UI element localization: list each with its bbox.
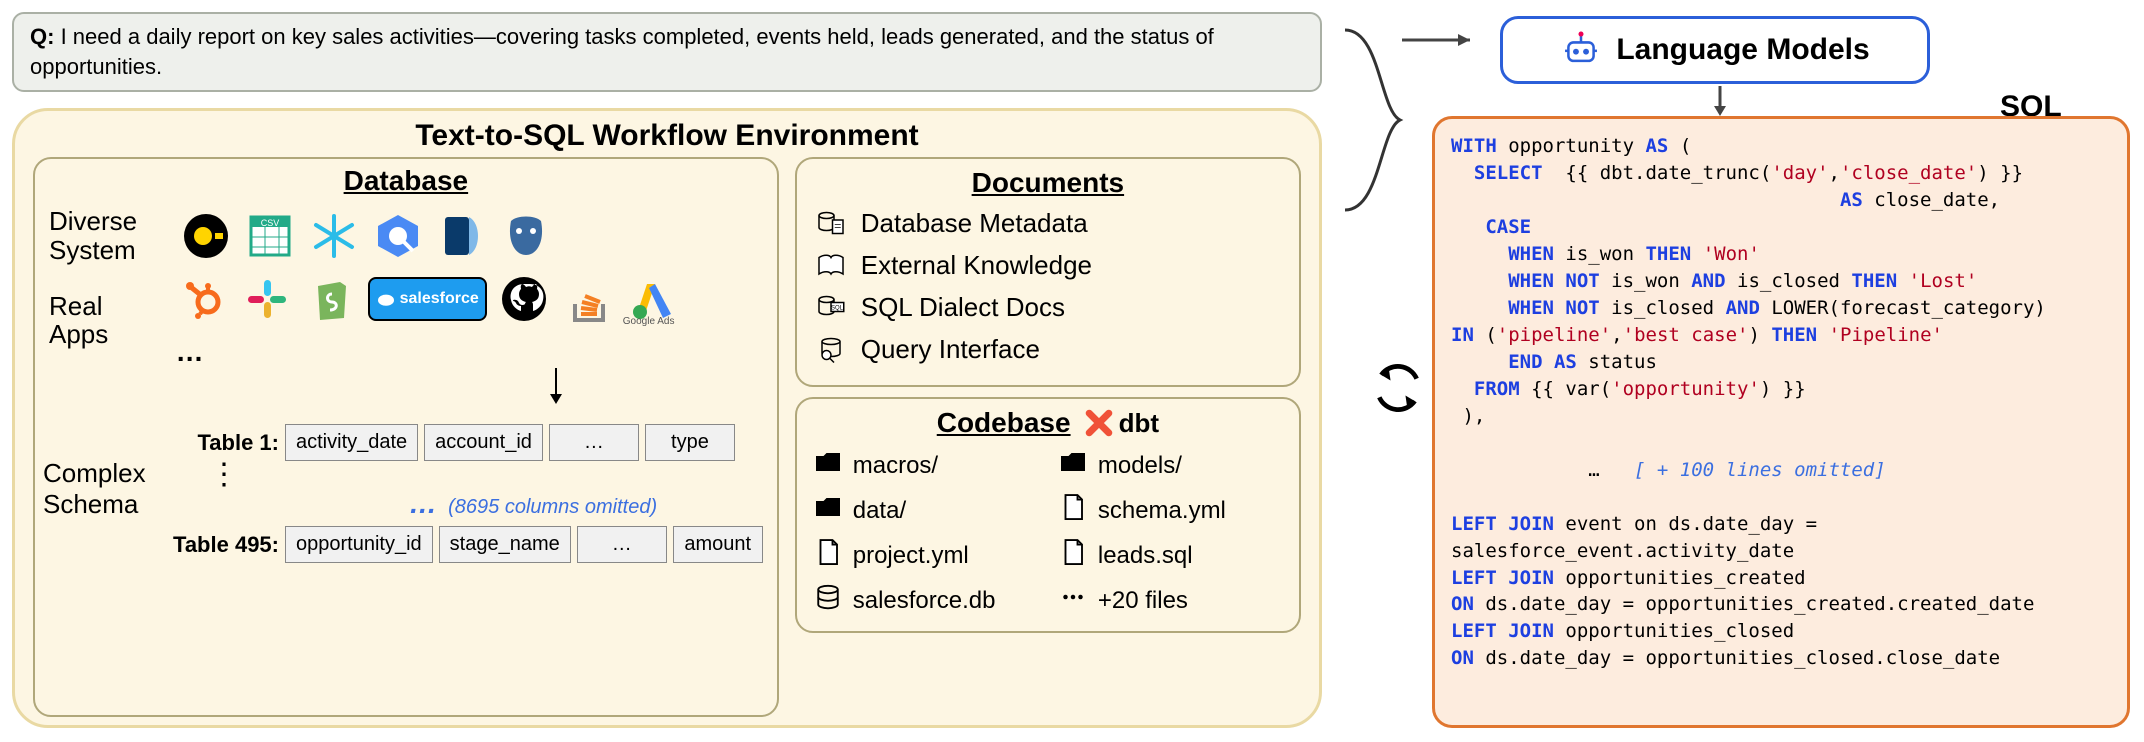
doc-text: Query Interface — [861, 334, 1040, 365]
stackoverflow-icon — [561, 272, 615, 326]
documents-panel: Documents Database Metadata External Kno… — [795, 157, 1301, 387]
salesforce-icon: salesforce — [368, 277, 487, 321]
query-text: I need a daily report on key sales activ… — [30, 24, 1214, 79]
more-icon — [1058, 582, 1088, 619]
real-apps-label: Real Apps — [49, 292, 176, 349]
svg-text:CSV: CSV — [261, 218, 280, 228]
schema-vdots: ⋮ — [209, 467, 763, 482]
apps-ellipsis: … — [176, 336, 204, 368]
doc-text: SQL Dialect Docs — [861, 292, 1065, 323]
db-icon — [813, 582, 843, 619]
doc-item: Query Interface — [813, 331, 1283, 367]
dbt-badge: dbt — [1085, 408, 1159, 439]
codebase-panel: Codebase dbt macros/models/data/schema.y… — [795, 397, 1301, 633]
slack-icon — [240, 272, 294, 326]
robot-icon — [1560, 29, 1602, 71]
folder-icon — [1058, 447, 1088, 484]
table-cell: … — [577, 526, 667, 563]
dbt-text: dbt — [1119, 408, 1159, 439]
bigquery-icon — [371, 209, 425, 263]
file-name: project.yml — [853, 542, 969, 570]
postgres-icon — [499, 209, 553, 263]
table-1-label: Table 1: — [169, 430, 279, 456]
salesforce-label: salesforce — [400, 290, 479, 308]
sql-code: WITH opportunity AS ( SELECT {{ dbt.date… — [1451, 133, 2111, 672]
search-db-icon — [813, 331, 849, 367]
codebase-file: project.yml — [813, 537, 1038, 574]
sqlite-icon — [435, 209, 489, 263]
table-1-row: Table 1: activity_date account_id … type — [169, 424, 763, 461]
doc-item: SQL SQL Dialect Docs — [813, 289, 1283, 325]
documents-title: Documents — [813, 167, 1283, 199]
lm-to-sql-arrow — [1710, 86, 1730, 116]
codebase-file: models/ — [1058, 447, 1283, 484]
codebase-file: +20 files — [1058, 582, 1283, 619]
real-apps-row: Real Apps salesforce Google Ads … — [49, 272, 763, 368]
columns-omitted-note: … (8695 columns omitted) — [409, 488, 763, 520]
env-title: Text-to-SQL Workflow Environment — [33, 119, 1301, 153]
svg-text:SQL: SQL — [831, 305, 844, 311]
file-name: macros/ — [853, 452, 938, 480]
doc-item: Database Metadata — [813, 205, 1283, 241]
table-cell: activity_date — [285, 424, 418, 461]
github-icon — [497, 272, 551, 326]
folder-icon — [813, 447, 843, 484]
book-icon — [813, 247, 849, 283]
salesforce-arrow-down — [349, 368, 763, 410]
table-cell: account_id — [424, 424, 543, 461]
database-panel: Database Diverse System CSV Real Apps — [33, 157, 779, 717]
codebase-file: salesforce.db — [813, 582, 1038, 619]
file-icon — [1058, 537, 1088, 574]
table-cell: amount — [673, 526, 763, 563]
file-name: data/ — [853, 497, 906, 525]
db-doc-icon — [813, 205, 849, 241]
sql-doc-icon: SQL — [813, 289, 849, 325]
file-icon — [1058, 492, 1088, 529]
table-cell: type — [645, 424, 735, 461]
hubspot-icon — [176, 272, 230, 326]
folder-icon — [813, 492, 843, 529]
snowflake-icon — [307, 209, 361, 263]
codebase-file: data/ — [813, 492, 1038, 529]
sql-output-box: WITH opportunity AS ( SELECT {{ dbt.date… — [1432, 116, 2130, 728]
google-ads-sublabel: Google Ads — [623, 316, 675, 327]
table-495-label: Table 495: — [169, 532, 279, 558]
codebase-title: Codebase — [937, 407, 1071, 439]
table-cell: stage_name — [439, 526, 571, 563]
user-query-box: Q: I need a daily report on key sales ac… — [12, 12, 1322, 92]
file-icon — [813, 537, 843, 574]
dbt-icon — [1085, 409, 1113, 437]
complex-schema-label: Complex Schema — [43, 458, 146, 520]
file-name: +20 files — [1098, 587, 1188, 615]
file-name: schema.yml — [1098, 497, 1226, 525]
file-name: leads.sql — [1098, 542, 1193, 570]
duckdb-icon — [179, 209, 233, 263]
codebase-file: leads.sql — [1058, 537, 1283, 574]
table-495-row: Table 495: opportunity_id stage_name … a… — [169, 526, 763, 563]
query-prefix: Q: — [30, 24, 54, 49]
file-name: models/ — [1098, 452, 1182, 480]
lm-title: Language Models — [1616, 33, 1869, 67]
doc-text: External Knowledge — [861, 250, 1092, 281]
doc-text: Database Metadata — [861, 208, 1088, 239]
table-cell: … — [549, 424, 639, 461]
csv-icon: CSV — [243, 209, 297, 263]
diverse-system-label: Diverse System — [49, 207, 179, 264]
database-title: Database — [49, 165, 763, 197]
doc-item: External Knowledge — [813, 247, 1283, 283]
diverse-system-row: Diverse System CSV — [49, 207, 763, 264]
workflow-environment-box: Text-to-SQL Workflow Environment Databas… — [12, 108, 1322, 728]
codebase-file: schema.yml — [1058, 492, 1283, 529]
language-models-box: Language Models — [1500, 16, 1930, 84]
codebase-file: macros/ — [813, 447, 1038, 484]
cycle-arrows-icon — [1370, 360, 1426, 416]
shopify-icon — [304, 272, 358, 326]
file-name: salesforce.db — [853, 587, 996, 615]
table-cell: opportunity_id — [285, 526, 433, 563]
